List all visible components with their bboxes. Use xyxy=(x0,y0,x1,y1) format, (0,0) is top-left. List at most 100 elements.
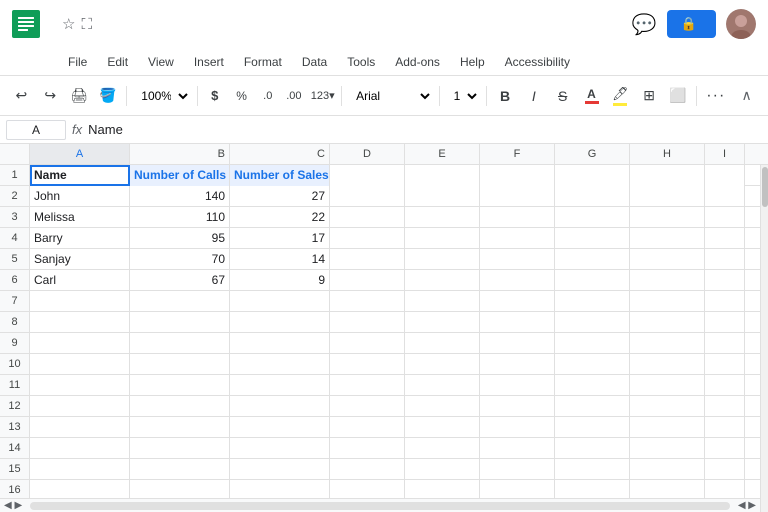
table-row[interactable]: 2 John 140 27 xyxy=(0,186,760,207)
formula-input[interactable] xyxy=(88,122,762,137)
cell-c[interactable]: 22 xyxy=(230,207,330,228)
cell-d[interactable] xyxy=(330,396,405,417)
cell-b[interactable]: 67 xyxy=(130,270,230,291)
cell-f[interactable] xyxy=(480,228,555,249)
table-row[interactable]: 6 Carl 67 9 xyxy=(0,270,760,291)
cell-g[interactable] xyxy=(555,354,630,375)
cell-h[interactable] xyxy=(630,186,705,207)
cell-e[interactable] xyxy=(405,186,480,207)
nav-arrows[interactable]: ◀ ▶ xyxy=(0,500,26,511)
cell-d[interactable] xyxy=(330,459,405,480)
menu-addons[interactable]: Add-ons xyxy=(387,52,448,72)
cell-d[interactable] xyxy=(330,291,405,312)
collapse-toolbar-button[interactable]: ∧ xyxy=(733,82,760,110)
cell-h[interactable] xyxy=(630,354,705,375)
cell-e[interactable] xyxy=(405,333,480,354)
merge-button[interactable]: ⬜ xyxy=(665,82,692,110)
font-select[interactable]: Arial xyxy=(347,83,434,109)
cell-g[interactable] xyxy=(555,312,630,333)
menu-tools[interactable]: Tools xyxy=(339,52,383,72)
cell-e[interactable] xyxy=(405,228,480,249)
cell-d[interactable] xyxy=(330,207,405,228)
cell-g[interactable] xyxy=(555,459,630,480)
cell-d[interactable] xyxy=(330,228,405,249)
cell-f[interactable] xyxy=(480,186,555,207)
table-row[interactable]: 4 Barry 95 17 xyxy=(0,228,760,249)
table-row[interactable]: 1 Name Number of Calls Number of Sales xyxy=(0,165,760,186)
highlight-button[interactable]: 🖊 xyxy=(607,82,634,110)
table-row[interactable]: 13 xyxy=(0,417,760,438)
menu-format[interactable]: Format xyxy=(236,52,290,72)
cell-g[interactable] xyxy=(555,396,630,417)
cell-h[interactable] xyxy=(630,480,705,498)
cell-c[interactable] xyxy=(230,417,330,438)
cell-i[interactable] xyxy=(705,396,745,417)
cell-b[interactable] xyxy=(130,333,230,354)
cell-d[interactable] xyxy=(330,438,405,459)
cell-f[interactable] xyxy=(480,165,555,186)
cell-b[interactable] xyxy=(130,291,230,312)
cell-h[interactable] xyxy=(630,291,705,312)
cell-a[interactable] xyxy=(30,291,130,312)
cell-b[interactable] xyxy=(130,438,230,459)
col-header-a[interactable]: A xyxy=(30,144,130,164)
table-row[interactable]: 16 xyxy=(0,480,760,498)
table-row[interactable]: 3 Melissa 110 22 xyxy=(0,207,760,228)
vertical-scrollbar[interactable] xyxy=(760,165,768,512)
cell-e[interactable] xyxy=(405,480,480,498)
menu-insert[interactable]: Insert xyxy=(186,52,232,72)
cell-d[interactable] xyxy=(330,354,405,375)
cell-c[interactable] xyxy=(230,291,330,312)
cell-a[interactable]: Melissa xyxy=(30,207,130,228)
cell-e[interactable] xyxy=(405,312,480,333)
cell-g[interactable] xyxy=(555,165,630,186)
cell-f[interactable] xyxy=(480,333,555,354)
cell-a[interactable]: Barry xyxy=(30,228,130,249)
cell-b[interactable]: 95 xyxy=(130,228,230,249)
cell-g[interactable] xyxy=(555,480,630,498)
redo-button[interactable]: ↪ xyxy=(37,82,64,110)
cell-c[interactable] xyxy=(230,375,330,396)
cell-h[interactable] xyxy=(630,165,705,186)
cell-f[interactable] xyxy=(480,396,555,417)
cell-f[interactable] xyxy=(480,417,555,438)
cell-a[interactable] xyxy=(30,396,130,417)
menu-view[interactable]: View xyxy=(140,52,182,72)
cell-e[interactable] xyxy=(405,459,480,480)
cell-d[interactable] xyxy=(330,333,405,354)
paint-format-button[interactable]: 🪣 xyxy=(94,82,121,110)
col-header-b[interactable]: B xyxy=(130,144,230,164)
cell-h[interactable] xyxy=(630,396,705,417)
cell-i[interactable] xyxy=(705,228,745,249)
star-icon[interactable]: ☆ xyxy=(62,15,75,33)
currency-button[interactable]: $ xyxy=(203,82,226,110)
cell-c[interactable] xyxy=(230,354,330,375)
table-row[interactable]: 5 Sanjay 70 14 xyxy=(0,249,760,270)
cell-c[interactable] xyxy=(230,480,330,498)
cell-i[interactable] xyxy=(705,333,745,354)
cell-i[interactable] xyxy=(705,165,745,186)
cell-c[interactable]: 14 xyxy=(230,249,330,270)
cell-b[interactable] xyxy=(130,396,230,417)
cell-c[interactable] xyxy=(230,459,330,480)
cell-b[interactable] xyxy=(130,480,230,498)
col-header-i[interactable]: I xyxy=(705,144,745,164)
cell-b[interactable]: 110 xyxy=(130,207,230,228)
cell-f[interactable] xyxy=(480,291,555,312)
cell-g[interactable] xyxy=(555,249,630,270)
cell-b[interactable] xyxy=(130,312,230,333)
font-size-select[interactable]: 10 xyxy=(445,83,481,109)
menu-accessibility[interactable]: Accessibility xyxy=(497,52,578,72)
cell-h[interactable] xyxy=(630,270,705,291)
cell-i[interactable] xyxy=(705,186,745,207)
cell-g[interactable] xyxy=(555,333,630,354)
cell-i[interactable] xyxy=(705,480,745,498)
cell-h[interactable] xyxy=(630,375,705,396)
cell-g[interactable] xyxy=(555,228,630,249)
menu-edit[interactable]: Edit xyxy=(99,52,136,72)
cell-a[interactable]: Name xyxy=(30,165,130,186)
italic-button[interactable]: I xyxy=(520,82,547,110)
cell-f[interactable] xyxy=(480,438,555,459)
cell-b[interactable] xyxy=(130,354,230,375)
cell-a[interactable] xyxy=(30,459,130,480)
